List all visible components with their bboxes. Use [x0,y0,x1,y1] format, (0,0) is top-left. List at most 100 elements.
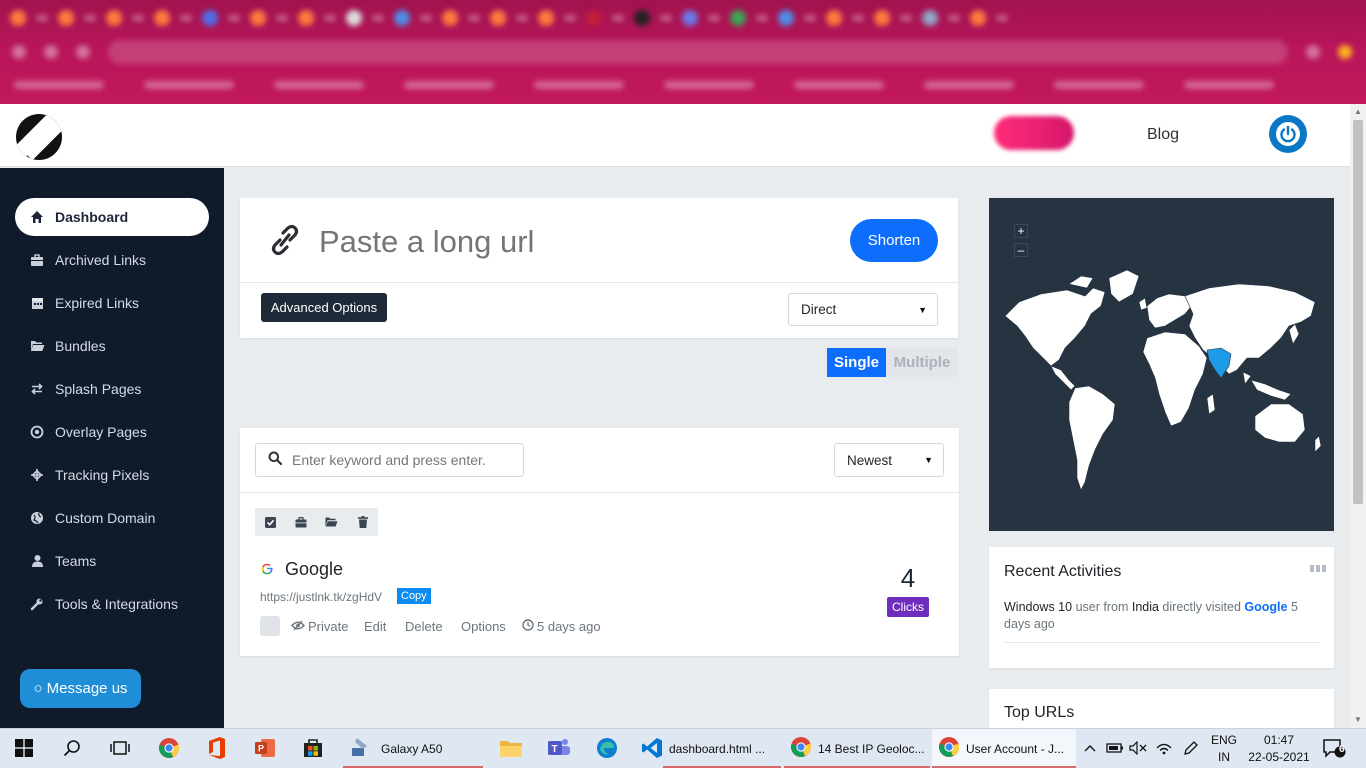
multiple-mode-button[interactable]: Multiple [886,348,958,377]
wifi-icon[interactable] [1152,736,1176,760]
user-icon [29,554,45,568]
clock[interactable]: 01:47 22-05-2021 [1248,733,1310,764]
map-zoom-in-button[interactable]: + [1014,224,1028,238]
link-age: 5 days ago [522,619,601,634]
scroll-up-icon[interactable]: ▲ [1352,107,1364,117]
briefcase-icon[interactable] [286,516,317,528]
brand-logo[interactable] [16,114,62,160]
private-label: Private [308,619,349,634]
sidebar-item-dashboard[interactable]: Dashboard [15,198,209,236]
taskbar-app-chrome-account[interactable]: User Account - J... [932,729,1076,768]
sidebar-item-tools-integrations[interactable]: Tools & Integrations [15,585,209,623]
chevron-up-icon[interactable] [1080,736,1100,760]
upgrade-button[interactable] [994,116,1074,150]
clock-icon [522,619,534,634]
advanced-options-button[interactable]: Advanced Options [261,293,387,322]
folder-open-icon [29,340,45,352]
message-us-button[interactable]: ○ Message us [20,669,141,708]
chrome-icon[interactable] [157,736,181,760]
clicks-count: 4 [900,563,916,593]
eye-slash-icon [291,619,305,634]
sidebar-item-expired-links[interactable]: Expired Links [15,284,209,322]
taskbar-app-vscode[interactable]: dashboard.html ... [663,729,781,768]
home-icon [29,210,45,224]
copy-button[interactable]: Copy [397,588,431,604]
browser-tabs[interactable] [0,4,1366,32]
taskbar-app-chrome-geoloc[interactable]: 14 Best IP Geoloc... [784,729,930,768]
check-square-icon[interactable] [255,516,286,528]
briefcase-icon [29,253,45,267]
vscode-icon[interactable] [640,736,664,760]
redirect-type-value: Direct [801,302,837,317]
options-link[interactable]: Options [461,619,506,634]
svg-text:P: P [258,744,264,754]
redirect-type-select[interactable]: Direct ▼ [788,293,938,326]
sidebar-item-custom-domain[interactable]: Custom Domain [15,499,209,537]
long-url-input[interactable] [319,222,819,262]
scroll-down-icon[interactable]: ▼ [1352,715,1364,725]
sidebar-item-archived-links[interactable]: Archived Links [15,241,209,279]
sidebar-item-label: Overlay Pages [55,424,147,440]
language-indicator[interactable]: ENG IN [1208,733,1240,764]
sidebar-item-teams[interactable]: Teams [15,542,209,580]
sidebar-item-tracking-pixels[interactable]: Tracking Pixels [15,456,209,494]
calendar-icon [29,296,45,310]
caret-down-icon: ▼ [918,304,927,315]
taskbar-app-galaxy[interactable]: Galaxy A50 [343,729,483,768]
teams-icon[interactable]: T [547,736,571,760]
short-url[interactable]: https://justlnk.tk/zgHdV [260,590,382,604]
private-toggle[interactable]: Private [291,619,348,634]
activity-os: Windows 10 [1004,600,1073,614]
search-box[interactable] [255,443,524,477]
link-select-checkbox[interactable] [260,616,280,636]
shorten-button[interactable]: Shorten [850,219,938,262]
browser-chrome [0,0,1366,104]
notifications-icon[interactable]: 6 [1320,736,1348,760]
link-title[interactable]: Google [285,559,343,580]
address-bar-row[interactable] [0,38,1366,66]
sidebar-item-label: Custom Domain [55,510,156,526]
powerpoint-icon[interactable]: P [253,736,277,760]
world-map[interactable] [989,198,1334,531]
search-icon [268,451,283,470]
sidebar-item-splash-pages[interactable]: Splash Pages [15,370,209,408]
activity-entry: Windows 10 user from India directly visi… [1004,599,1320,633]
volume-muted-icon[interactable] [1126,736,1150,760]
crosshair-icon [29,468,45,482]
single-mode-button[interactable]: Single [827,348,886,377]
scroll-thumb[interactable] [1353,120,1363,504]
store-icon[interactable] [301,736,325,760]
search-icon[interactable] [60,736,84,760]
more-options-icon[interactable] [1310,565,1326,572]
trash-icon[interactable] [347,516,378,528]
taskbar-app-label: Galaxy A50 [381,741,443,756]
sidebar-item-overlay-pages[interactable]: Overlay Pages [15,413,209,451]
sort-select[interactable]: Newest ▼ [834,443,944,477]
office-icon[interactable] [205,736,229,760]
windows-start-icon[interactable] [12,736,36,760]
map-zoom-out-button[interactable]: – [1014,243,1028,257]
age-label: 5 days ago [537,619,601,634]
edit-link[interactable]: Edit [364,619,386,634]
sidebar-item-bundles[interactable]: Bundles [15,327,209,365]
activity-link[interactable]: Google [1244,600,1287,614]
bookmarks-bar[interactable] [0,72,1366,98]
divider [1004,642,1320,643]
sidebar-item-label: Tools & Integrations [55,596,178,612]
file-explorer-icon[interactable] [499,736,523,760]
svg-text:T: T [552,744,558,755]
sidebar-item-label: Splash Pages [55,381,142,397]
edge-icon[interactable] [595,736,619,760]
power-icon[interactable] [1269,115,1307,153]
battery-icon[interactable] [1103,736,1127,760]
blog-link[interactable]: Blog [1147,126,1179,144]
search-input[interactable] [292,452,522,468]
google-favicon-icon [260,562,274,579]
delete-link[interactable]: Delete [405,619,443,634]
activity-country: India [1131,600,1159,614]
pen-icon[interactable] [1179,736,1203,760]
sidebar-item-label: Bundles [55,338,106,354]
task-view-icon[interactable] [108,736,132,760]
wrench-icon [29,597,45,611]
folder-open-icon[interactable] [317,517,348,527]
